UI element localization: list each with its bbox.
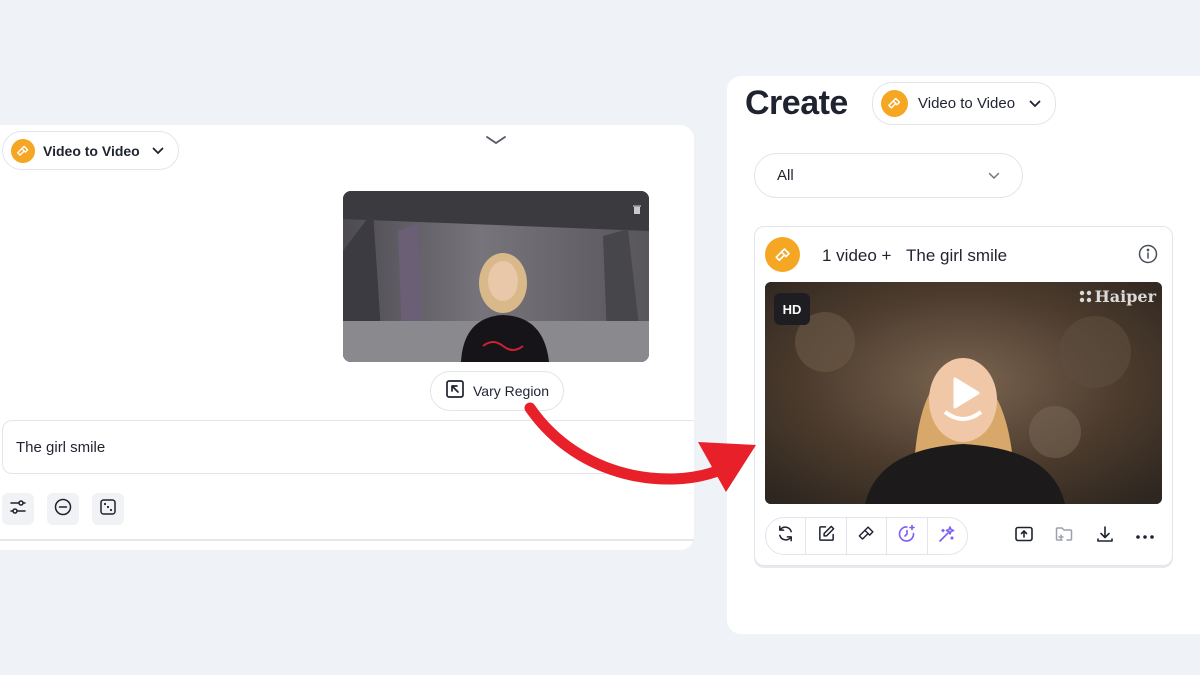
page-title: Create xyxy=(745,84,848,122)
magic-wand-icon xyxy=(937,524,957,549)
trash-icon[interactable] xyxy=(633,201,641,219)
regenerate-button[interactable] xyxy=(766,518,807,554)
mode-selector[interactable]: Video to Video xyxy=(872,82,1057,125)
ellipsis-icon xyxy=(1135,527,1155,545)
edit-icon xyxy=(817,524,836,548)
hammer-icon xyxy=(881,90,908,117)
watermark-text: Haiper xyxy=(1094,287,1156,306)
extend-button[interactable] xyxy=(887,518,928,554)
action-group xyxy=(765,517,968,555)
play-icon[interactable] xyxy=(951,376,981,415)
filter-dropdown[interactable]: All xyxy=(754,153,1023,198)
result-card: 1 video + The girl smile HD Haiper xyxy=(754,226,1173,566)
vary-region-label: Vary Region xyxy=(473,383,550,399)
random-seed-button[interactable] xyxy=(92,493,124,525)
prompt-input[interactable]: The girl smile xyxy=(2,420,694,474)
timer-plus-icon xyxy=(897,524,917,549)
mode-selector-label: Video to Video xyxy=(918,95,1016,112)
vary-region-icon xyxy=(445,379,465,404)
right-panel: Create Video to Video All 1 video + The … xyxy=(727,76,1200,634)
prompt-text: The girl smile xyxy=(16,438,106,456)
upload-icon xyxy=(1014,524,1034,549)
video-count: 1 video + xyxy=(822,246,892,265)
folder-plus-icon xyxy=(1054,524,1074,549)
hammer-icon xyxy=(765,237,800,272)
left-panel: Video to Video Vary Region The girl smil… xyxy=(0,125,694,550)
refresh-icon xyxy=(776,524,795,548)
source-video-thumbnail xyxy=(343,191,649,362)
hammer-icon xyxy=(857,524,876,548)
hd-badge: HD xyxy=(774,293,810,325)
download-icon xyxy=(1095,524,1115,549)
hammer-icon xyxy=(11,138,35,163)
settings-sliders-button[interactable] xyxy=(2,493,34,525)
divider xyxy=(0,539,694,541)
collapse-chevron-icon[interactable] xyxy=(485,133,507,147)
more-options-button[interactable] xyxy=(1134,525,1156,547)
info-icon[interactable] xyxy=(1138,244,1158,269)
negative-prompt-button[interactable] xyxy=(47,493,79,525)
repaint-button[interactable] xyxy=(847,518,888,554)
edit-button[interactable] xyxy=(806,518,847,554)
enhance-button[interactable] xyxy=(928,518,967,554)
chevron-down-icon xyxy=(1029,100,1041,108)
publish-button[interactable] xyxy=(1013,525,1035,547)
result-video[interactable]: HD Haiper xyxy=(765,282,1162,504)
download-button[interactable] xyxy=(1094,525,1116,547)
dice-icon xyxy=(99,498,117,521)
haiper-watermark: Haiper xyxy=(1079,287,1156,306)
mode-selector[interactable]: Video to Video xyxy=(2,131,179,170)
chevron-down-icon xyxy=(988,167,1000,185)
mode-selector-label: Video to Video xyxy=(43,142,140,159)
minus-circle-icon xyxy=(54,498,72,521)
vary-region-button[interactable]: Vary Region xyxy=(430,371,565,411)
add-to-folder-button[interactable] xyxy=(1053,525,1075,547)
card-prompt: The girl smile xyxy=(906,246,1008,265)
chevron-down-icon xyxy=(152,147,164,155)
sliders-icon xyxy=(9,498,27,521)
filter-selected: All xyxy=(777,167,794,184)
